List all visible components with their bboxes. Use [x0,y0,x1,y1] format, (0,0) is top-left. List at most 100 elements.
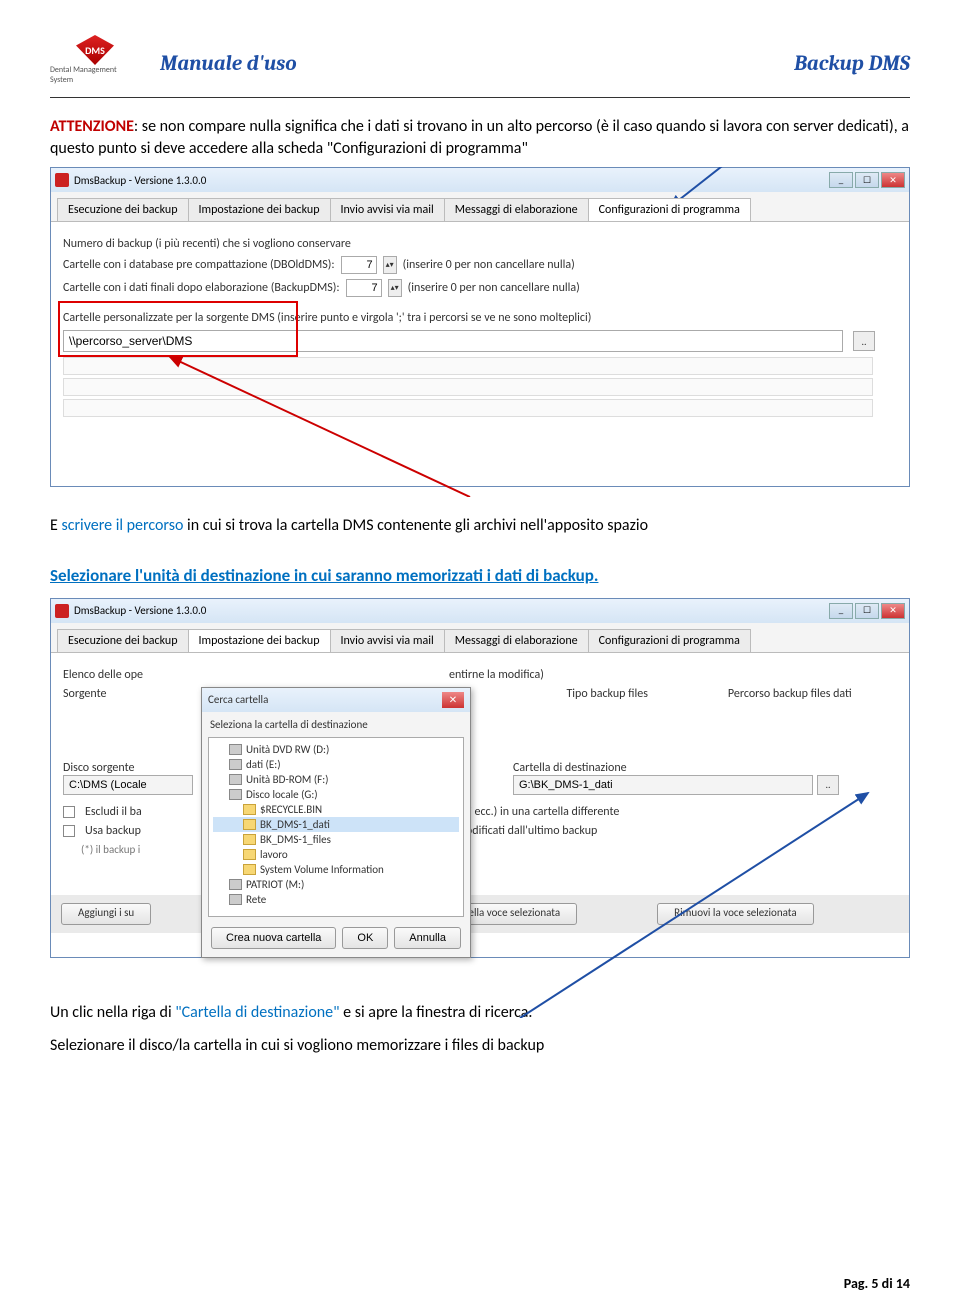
tree-item[interactable]: $RECYCLE.BIN [213,802,459,817]
tab-configurazioni[interactable]: Configurazioni di programma [588,629,751,652]
footer-tot: 14 [896,1275,910,1292]
para4-post: e si apre la finestra di ricerca. [340,1003,533,1022]
para4-pre: Un clic nella riga di [50,1003,175,1022]
tab-esecuzione[interactable]: Esecuzione dei backup [57,629,189,652]
titlebar-1: DmsBackup - Versione 1.3.0.0 _ ☐ ✕ [51,168,909,192]
tree-item[interactable]: System Volume Information [213,862,459,877]
disco-sorgente-label: Disco sorgente [63,761,193,775]
red-highlight-box [58,301,298,357]
minimize-button[interactable]: _ [829,603,853,619]
app-icon [55,173,69,187]
doc-title-right: Backup DMS [794,52,910,76]
dbold-label: Cartelle con i database pre compattazion… [63,258,335,272]
folder-icon [243,804,256,815]
checkbox-escludi[interactable] [63,806,75,818]
tree-item[interactable]: BK_DMS-1_files [213,832,459,847]
chk-usa-sub: (*) il backup i [63,843,897,856]
footer-pre: Pag. [844,1275,872,1292]
cartella-dest-field[interactable] [513,775,813,795]
tree-item-label: Rete [246,893,266,906]
window-title-1: DmsBackup - Versione 1.3.0.0 [74,174,206,187]
titlebar-2: DmsBackup - Versione 1.3.0.0 _ ☐ ✕ [51,599,909,623]
checkbox-usa[interactable] [63,825,75,837]
tree-item[interactable]: Unità DVD RW (D:) [213,742,459,757]
tree-item-label: dati (E:) [246,758,281,771]
tab-invio[interactable]: Invio avvisi via mail [330,629,445,652]
chk-escludi-label: Escludi il ba [85,805,142,819]
app-icon [55,604,69,618]
tree-item-label: BK_DMS-1_dati [260,818,330,831]
backupdms-spinner[interactable]: ▴▾ [388,279,402,297]
browse-button-1[interactable]: .. [853,331,875,351]
dbold-input[interactable] [341,256,377,274]
folder-tree[interactable]: Unità DVD RW (D:)dati (E:) Unità BD-ROM (… [208,737,464,917]
folder-icon [243,849,256,860]
tree-item[interactable]: dati (E:) [213,757,459,772]
tree-item[interactable]: BK_DMS-1_dati [213,817,459,832]
logo-subtitle: Dental Management System [50,65,140,85]
blank-row [63,399,873,417]
btn-new-folder[interactable]: Crea nuova cartella [211,927,336,949]
btn-aggiungi[interactable]: Aggiungi i su [61,903,151,925]
screenshot-1-wrap: DmsBackup - Versione 1.3.0.0 _ ☐ ✕ Esecu… [50,167,910,497]
close-button[interactable]: ✕ [881,172,905,188]
paragraph-scrivere: E scrivere il percorso in cui si trova l… [50,515,910,537]
backupdms-input[interactable] [346,279,382,297]
logo: DMS Dental Management System [50,35,140,93]
para-selezionare-unita: Selezionare l'unità di destinazione in c… [50,565,910,586]
disco-sorgente-field[interactable] [63,775,193,795]
para2-pre: E [50,516,61,535]
paragraph-attenzione: ATTENZIONE: se non compare nulla signifi… [50,116,910,159]
blank-row [63,378,873,396]
app-window-2: DmsBackup - Versione 1.3.0.0 _ ☐ ✕ Esecu… [50,598,910,958]
tab-messaggi[interactable]: Messaggi di elaborazione [444,198,589,221]
dialog-close-button[interactable]: ✕ [442,692,464,708]
browse-button-2[interactable]: .. [817,775,839,795]
footer-mid: di [879,1275,896,1292]
drive-icon [229,744,242,755]
minimize-button[interactable]: _ [829,172,853,188]
tree-item-label: Disco locale (G:) [246,788,318,801]
tree-item-label: System Volume Information [260,863,384,876]
cartella-dest-quoted: "Cartella di destinazione" [175,1003,339,1022]
folder-icon [243,819,256,830]
tree-item[interactable]: PATRIOT (M:) [213,877,459,892]
tree-item-label: Unità BD-ROM (F:) [246,773,329,786]
btn-rimuovi[interactable]: Rimuovi la voce selezionata [657,903,813,925]
tree-item[interactable]: Unità BD-ROM (F:) [213,772,459,787]
folder-icon [243,864,256,875]
elenco-tail: entirne la modifica) [449,668,544,682]
tree-item-label: lavoro [260,848,288,861]
btn-cancel[interactable]: Annulla [394,927,461,949]
drive-icon [229,774,242,785]
tree-item[interactable]: Disco locale (G:) [213,787,459,802]
doc-title-left: Manuale d'uso [160,52,297,76]
drive-icon [229,894,242,905]
tab-esecuzione[interactable]: Esecuzione dei backup [57,198,189,221]
chk-usa-label: Usa backup [85,824,141,838]
tab-impostazione[interactable]: Impostazione dei backup [188,198,331,221]
tree-item-label: BK_DMS-1_files [260,833,331,846]
tabbar-1: Esecuzione dei backup Impostazione dei b… [51,192,909,222]
btn-ok[interactable]: OK [342,927,388,949]
drive-icon [229,789,242,800]
col-tipo: Tipo backup files [566,687,647,701]
footer-num: 5 [871,1275,878,1292]
maximize-button[interactable]: ☐ [855,172,879,188]
tree-item[interactable]: lavoro [213,847,459,862]
tab-invio[interactable]: Invio avvisi via mail [330,198,445,221]
dbold-spinner[interactable]: ▴▾ [383,256,397,274]
tab-configurazioni[interactable]: Configurazioni di programma [588,198,751,221]
tab-impostazione[interactable]: Impostazione dei backup [188,629,331,652]
folder-dialog: Cerca cartella ✕ Seleziona la cartella d… [201,687,471,958]
page-footer: Pag. 5 di 14 [844,1275,910,1292]
paragraph-selezionare-disco: Selezionare il disco/la cartella in cui … [50,1035,910,1057]
tree-item[interactable]: Rete [213,892,459,907]
elenco-label: Elenco delle ope [63,668,143,682]
backupdms-hint: (inserire 0 per non cancellare nulla) [408,281,580,295]
maximize-button[interactable]: ☐ [855,603,879,619]
attenzione-label: ATTENZIONE [50,117,134,136]
close-button[interactable]: ✕ [881,603,905,619]
tab-messaggi[interactable]: Messaggi di elaborazione [444,629,589,652]
blank-row [63,357,873,375]
